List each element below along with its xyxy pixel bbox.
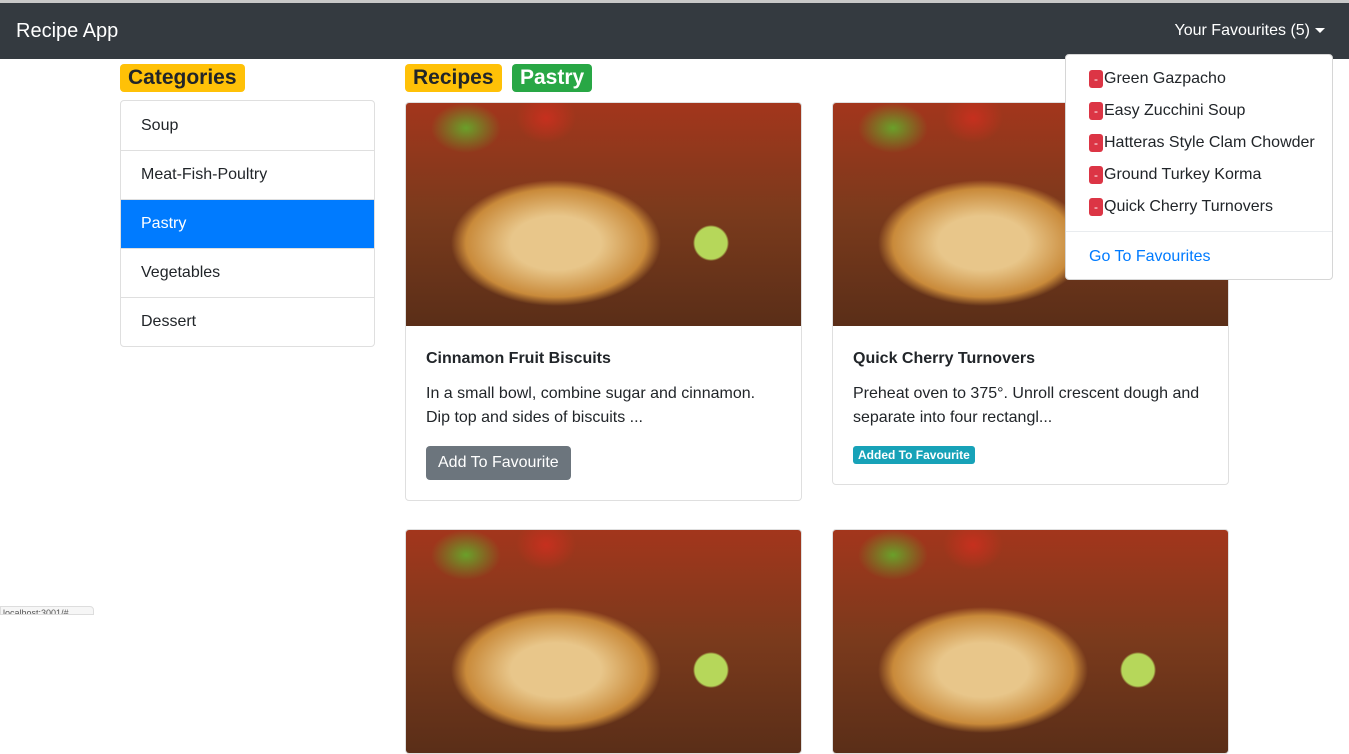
category-badge: Pastry — [512, 64, 593, 92]
category-dessert[interactable]: Dessert — [121, 297, 374, 346]
recipe-title: Quick Cherry Turnovers — [853, 350, 1035, 367]
favourite-item[interactable]: - Green Gazpacho — [1066, 63, 1332, 95]
category-vegetables[interactable]: Vegetables — [121, 248, 374, 297]
category-meat-fish-poultry[interactable]: Meat-Fish-Poultry — [121, 150, 374, 199]
category-soup[interactable]: Soup — [121, 101, 374, 150]
recipe-image — [406, 530, 801, 753]
categories-panel: Categories Soup Meat-Fish-Poultry Pastry… — [120, 64, 375, 347]
added-to-favourite-badge: Added To Favourite — [853, 446, 975, 464]
recipes-section: Recipes Pastry — [405, 64, 593, 92]
recipe-title: Cinnamon Fruit Biscuits — [426, 350, 611, 367]
favourite-name: Ground Turkey Korma — [1104, 166, 1262, 183]
recipe-card: Cinnamon Fruit Biscuits In a small bowl,… — [405, 102, 802, 501]
navbar: Recipe App Your Favourites (5) — [0, 3, 1349, 59]
recipe-description: Preheat oven to 375°. Unroll crescent do… — [853, 385, 1200, 426]
favourites-dropdown-menu: - Green Gazpacho - Easy Zucchini Soup - Hat… — [1065, 54, 1333, 280]
recipes-heading: Recipes — [405, 64, 502, 92]
remove-favourite-button[interactable]: - — [1089, 166, 1103, 184]
recipe-image — [833, 530, 1228, 753]
favourite-item[interactable]: - Ground Turkey Korma — [1066, 159, 1332, 191]
remove-favourite-button[interactable]: - — [1089, 134, 1103, 152]
category-pastry[interactable]: Pastry — [121, 199, 374, 248]
favourite-item[interactable]: - Hatteras Style Clam Chowder — [1066, 127, 1332, 159]
favourite-name: Quick Cherry Turnovers — [1104, 198, 1273, 215]
favourite-item[interactable]: - Quick Cherry Turnovers — [1066, 191, 1332, 223]
recipe-card — [832, 529, 1229, 754]
recipe-card — [405, 529, 802, 754]
remove-favourite-button[interactable]: - — [1089, 198, 1103, 216]
remove-favourite-button[interactable]: - — [1089, 102, 1103, 120]
favourites-dropdown-toggle[interactable]: Your Favourites (5) — [1175, 22, 1325, 40]
favourite-name: Green Gazpacho — [1104, 70, 1226, 87]
favourite-name: Easy Zucchini Soup — [1104, 102, 1246, 119]
dropdown-divider — [1066, 231, 1332, 232]
recipe-description: In a small bowl, combine sugar and cinna… — [426, 385, 756, 426]
status-bar-url: localhost:3001/# — [0, 606, 94, 615]
add-to-favourite-button[interactable]: Add To Favourite — [426, 446, 571, 480]
brand[interactable]: Recipe App — [16, 20, 118, 43]
caret-down-icon — [1315, 28, 1325, 34]
go-to-favourites-link[interactable]: Go To Favourites — [1066, 240, 1332, 274]
category-list: Soup Meat-Fish-Poultry Pastry Vegetables… — [120, 100, 375, 347]
categories-heading: Categories — [120, 64, 245, 92]
remove-favourite-button[interactable]: - — [1089, 70, 1103, 88]
favourites-toggle-label: Your Favourites (5) — [1174, 22, 1310, 39]
recipe-image — [406, 103, 801, 326]
favourite-name: Hatteras Style Clam Chowder — [1104, 134, 1315, 151]
favourite-item[interactable]: - Easy Zucchini Soup — [1066, 95, 1332, 127]
